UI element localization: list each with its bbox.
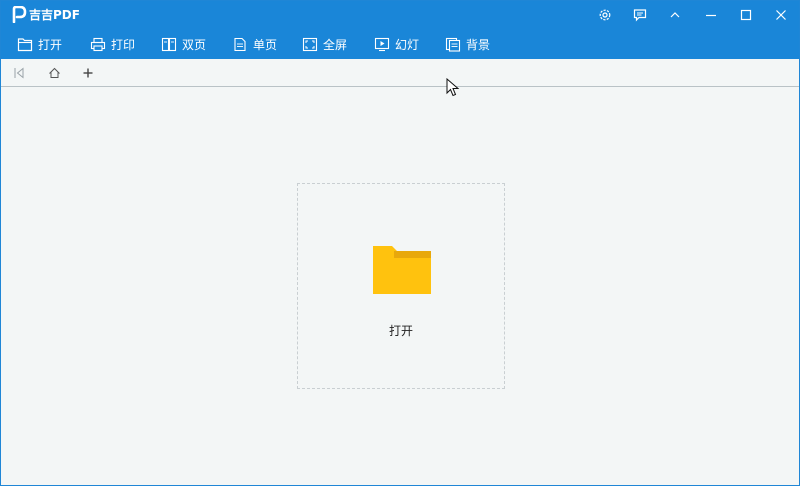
- single-page-icon: [234, 37, 246, 51]
- single-page-label: 单页: [253, 37, 278, 52]
- mouse-cursor-icon: [446, 78, 460, 97]
- printer-icon: [90, 37, 106, 51]
- sidebar-collapse-icon: [14, 67, 24, 79]
- settings-button[interactable]: [595, 5, 615, 25]
- main-toolbar: 打开 打印 双页 单页 全屏 幻灯 背景: [1, 29, 799, 59]
- collapse-icon: [670, 12, 680, 18]
- background-icon: [445, 37, 461, 52]
- feedback-icon: [633, 9, 647, 22]
- title-bar[interactable]: 吉吉PDF: [1, 1, 799, 29]
- folder-icon: [373, 246, 431, 294]
- background-label: 背景: [466, 37, 491, 52]
- folder-open-icon: [17, 37, 33, 51]
- app-title: 吉吉PDF: [29, 8, 80, 22]
- maximize-icon: [740, 9, 752, 21]
- single-page-button[interactable]: 单页: [232, 34, 277, 54]
- print-button[interactable]: 打印: [90, 34, 135, 54]
- fullscreen-icon: [302, 37, 318, 51]
- feedback-button[interactable]: [630, 5, 650, 25]
- minimize-button[interactable]: [701, 5, 721, 25]
- maximize-button[interactable]: [736, 5, 756, 25]
- new-tab-button[interactable]: [79, 64, 97, 82]
- background-button[interactable]: 背景: [445, 34, 490, 54]
- collapse-toolbar-button[interactable]: [665, 5, 685, 25]
- fullscreen-button[interactable]: 全屏: [302, 34, 347, 54]
- gear-icon: [599, 9, 611, 21]
- double-page-label: 双页: [182, 37, 207, 52]
- close-button[interactable]: [771, 5, 791, 25]
- app-window: 吉吉PDF 打开 打印 双页 单页 全屏 幻灯 背景 打开: [0, 0, 800, 486]
- close-icon: [776, 10, 786, 20]
- home-icon: [48, 67, 60, 78]
- open-button[interactable]: 打开: [17, 34, 62, 54]
- tab-bar: [1, 59, 799, 87]
- slideshow-button[interactable]: 幻灯: [374, 34, 419, 54]
- plus-icon: [83, 68, 93, 78]
- slideshow-label: 幻灯: [395, 37, 420, 52]
- slideshow-icon: [374, 37, 390, 51]
- open-file-label: 打开: [388, 324, 413, 338]
- double-page-button[interactable]: 双页: [161, 34, 206, 54]
- fullscreen-label: 全屏: [323, 37, 348, 52]
- open-label: 打开: [38, 37, 63, 52]
- minimize-icon: [706, 14, 716, 17]
- app-logo-icon: [12, 6, 27, 23]
- sidebar-toggle-button[interactable]: [10, 64, 28, 82]
- double-page-icon: [161, 37, 177, 51]
- open-file-drop-zone[interactable]: 打开: [297, 183, 505, 389]
- home-tab-button[interactable]: [45, 64, 63, 82]
- print-label: 打印: [111, 37, 136, 52]
